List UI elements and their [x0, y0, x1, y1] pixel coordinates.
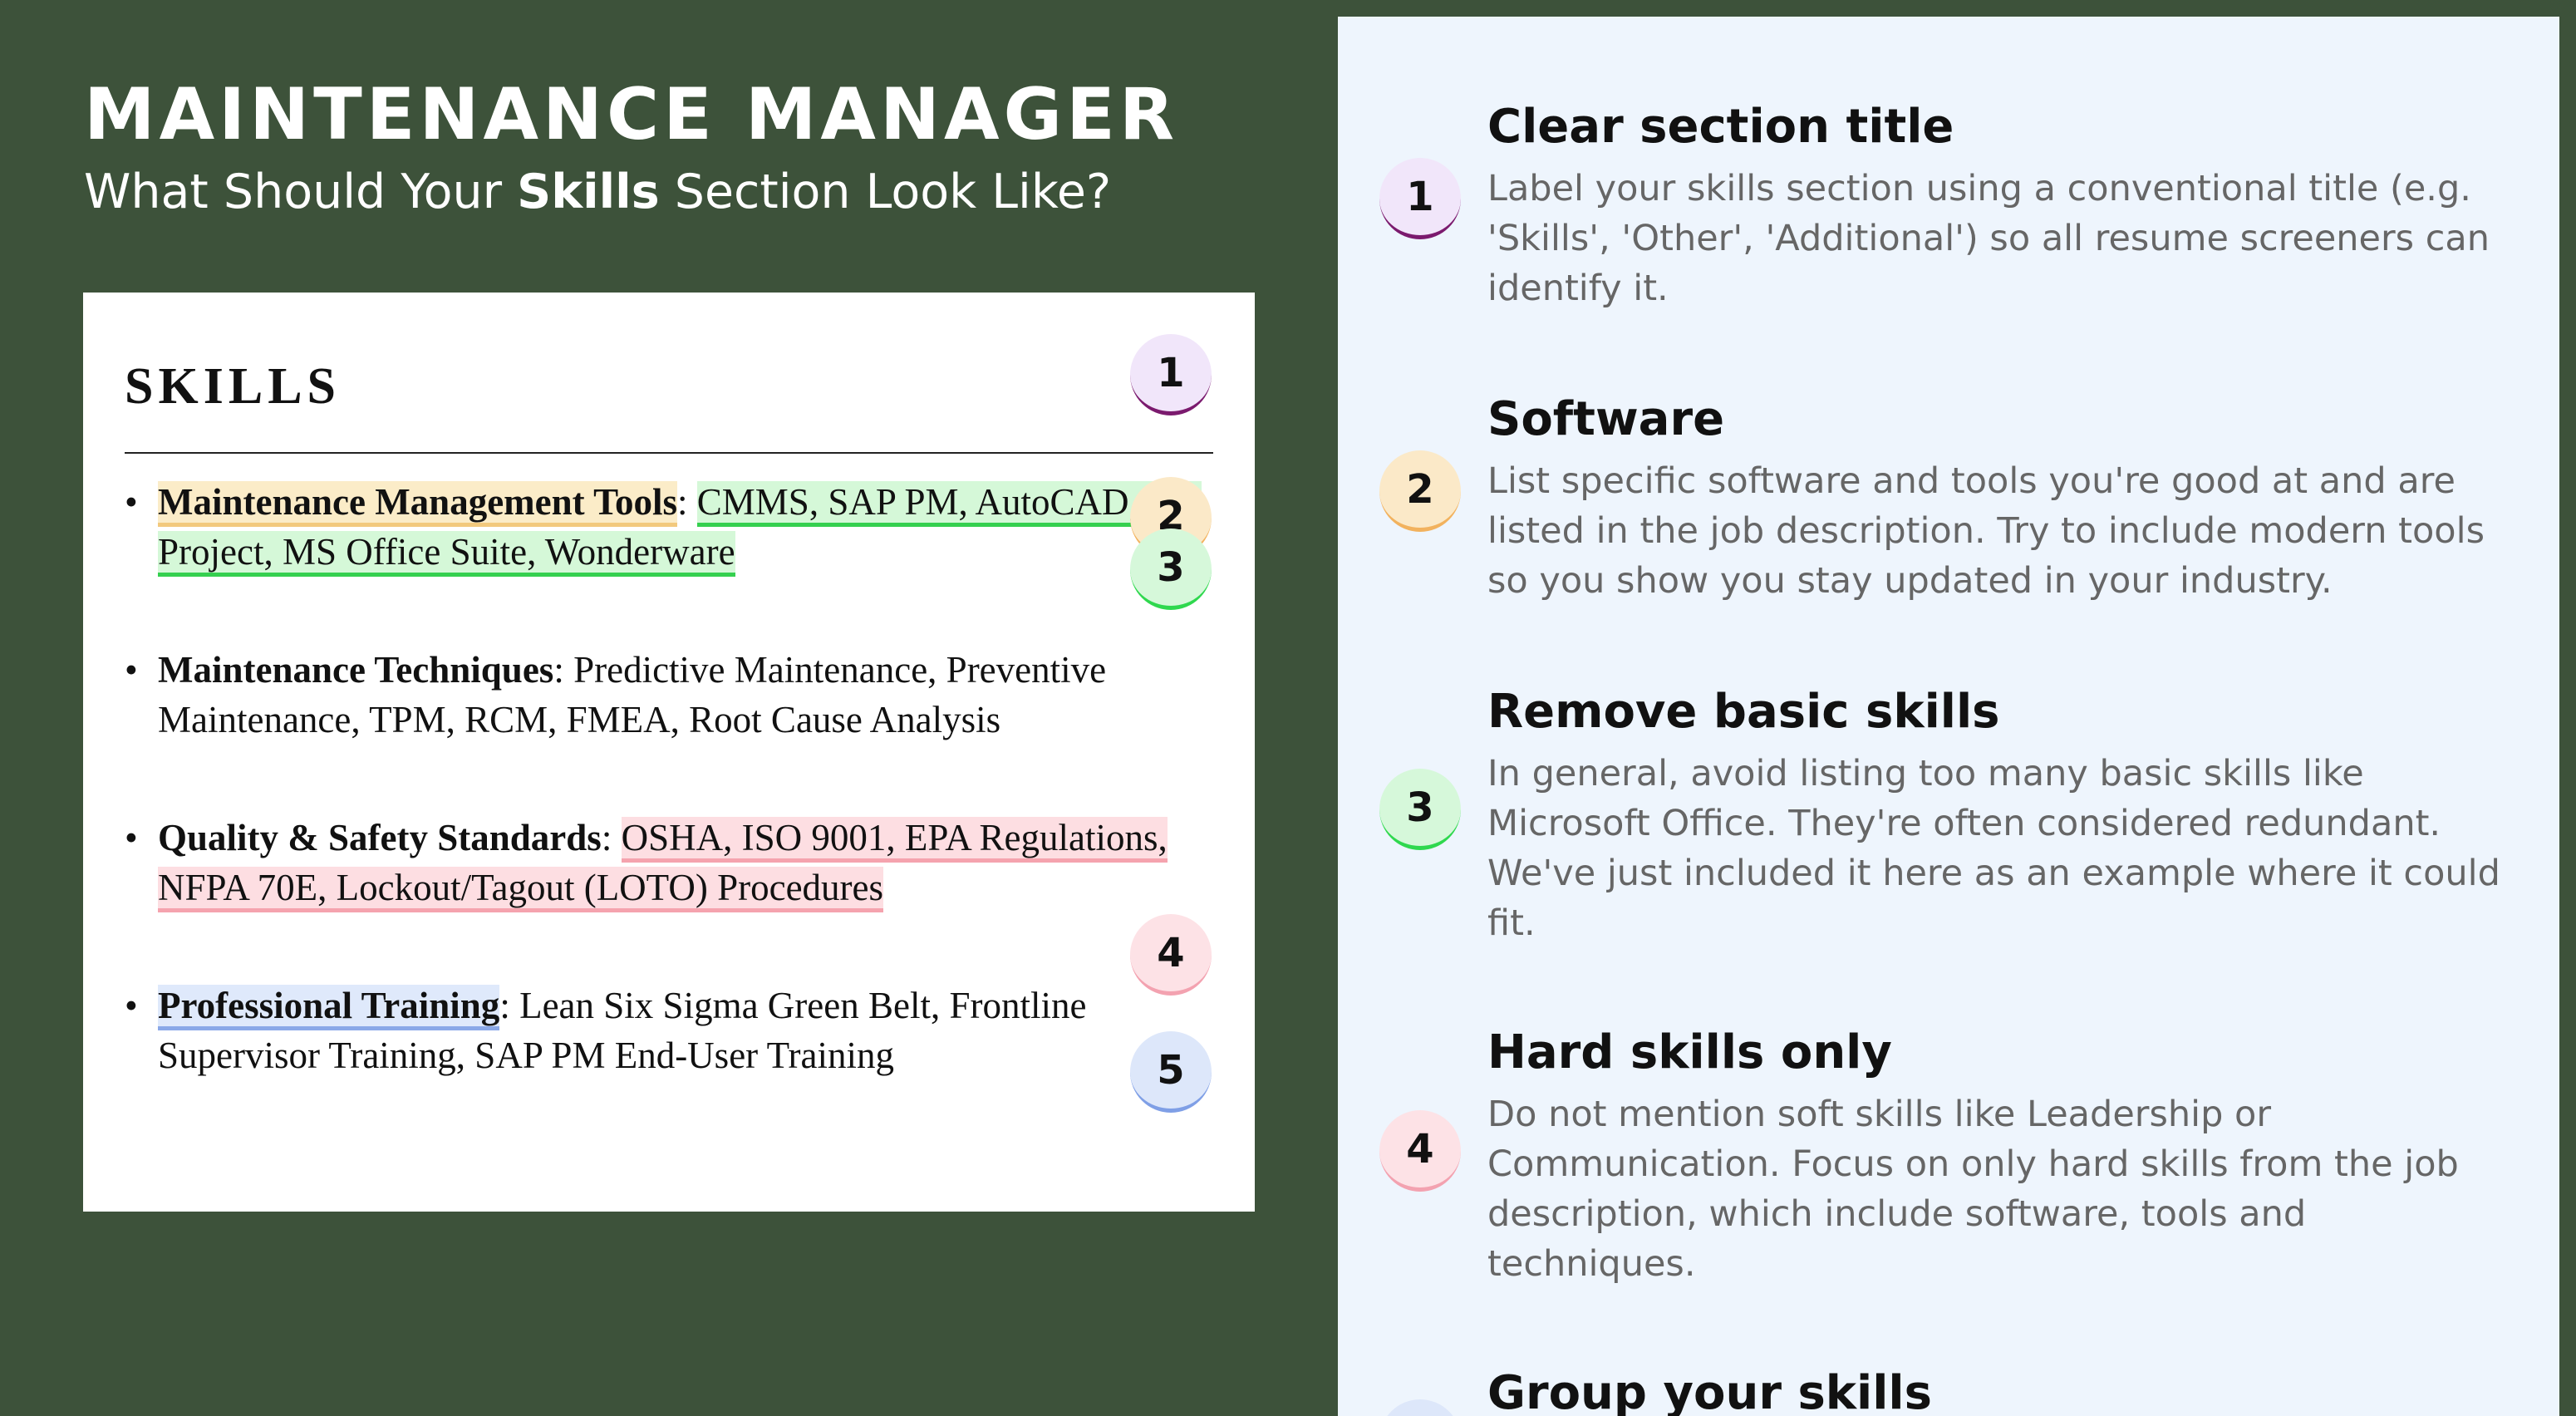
skill-label: Maintenance Management Tools	[158, 481, 677, 527]
tip-heading: Hard skills only	[1487, 1025, 1892, 1079]
skill-colon: :	[499, 985, 520, 1026]
tip-clear-section-title: Clear section title Label your skills se…	[1487, 100, 2518, 313]
skill-item-professional-training: Professional Training: Lean Six Sigma Gr…	[125, 981, 1222, 1080]
skill-colon: :	[677, 481, 697, 523]
resume-skills-card: SKILLS Maintenance Management Tools: CMM…	[83, 293, 1255, 1212]
tip-badge-1: 1	[1379, 158, 1461, 239]
tip-text: Label your skills section using a conven…	[1487, 168, 2490, 309]
tip-group-your-skills: Group your skills	[1487, 1366, 2518, 1416]
skill-item-quality-safety: Quality & Safety Standards: OSHA, ISO 90…	[125, 813, 1222, 912]
subtitle-text-after: Section Look Like?	[659, 165, 1112, 219]
skill-item-maintenance-techniques: Maintenance Techniques: Predictive Maint…	[125, 645, 1222, 745]
subtitle-text-before: What Should Your	[84, 165, 518, 219]
tip-badge-5: 5	[1379, 1399, 1461, 1416]
tip-badge-3: 3	[1379, 769, 1461, 850]
page-subtitle: What Should Your Skills Section Look Lik…	[84, 165, 1111, 219]
tip-badge-2: 2	[1379, 450, 1461, 532]
skill-item-maintenance-tools: Maintenance Management Tools: CMMS, SAP …	[125, 477, 1222, 577]
skill-colon: :	[553, 649, 574, 691]
tips-panel: 1 Clear section title Label your skills …	[1338, 17, 2559, 1416]
tip-software: Software List specific software and tool…	[1487, 392, 2518, 606]
skill-label: Quality & Safety Standards	[158, 817, 602, 858]
tip-heading: Remove basic skills	[1487, 685, 2000, 739]
page-title: MAINTENANCE MANAGER	[84, 73, 1179, 156]
subtitle-text-bold: Skills	[517, 165, 660, 219]
skills-section-title: SKILLS	[125, 358, 342, 415]
tip-text: List specific software and tools you're …	[1487, 460, 2485, 602]
badge-5: 5	[1130, 1031, 1212, 1113]
left-panel: MAINTENANCE MANAGER What Should Your Ski…	[0, 0, 1338, 1416]
tip-hard-skills-only: Hard skills only Do not mention soft ski…	[1487, 1025, 2518, 1289]
tip-heading: Clear section title	[1487, 100, 1954, 154]
badge-4: 4	[1130, 914, 1212, 996]
skill-label: Professional Training	[158, 985, 500, 1030]
badge-3: 3	[1130, 529, 1212, 610]
skills-list: Maintenance Management Tools: CMMS, SAP …	[125, 477, 1222, 1080]
tip-text: Do not mention soft skills like Leadersh…	[1487, 1094, 2459, 1285]
badge-1: 1	[1130, 334, 1212, 415]
tip-heading: Group your skills	[1487, 1366, 1932, 1416]
tip-text: In general, avoid listing too many basic…	[1487, 753, 2500, 944]
skill-label: Maintenance Techniques	[158, 649, 554, 691]
tip-heading: Software	[1487, 392, 1725, 446]
section-divider	[125, 452, 1213, 454]
tip-remove-basic-skills: Remove basic skills In general, avoid li…	[1487, 685, 2518, 948]
skill-colon: :	[601, 817, 622, 858]
tip-badge-4: 4	[1379, 1110, 1461, 1192]
